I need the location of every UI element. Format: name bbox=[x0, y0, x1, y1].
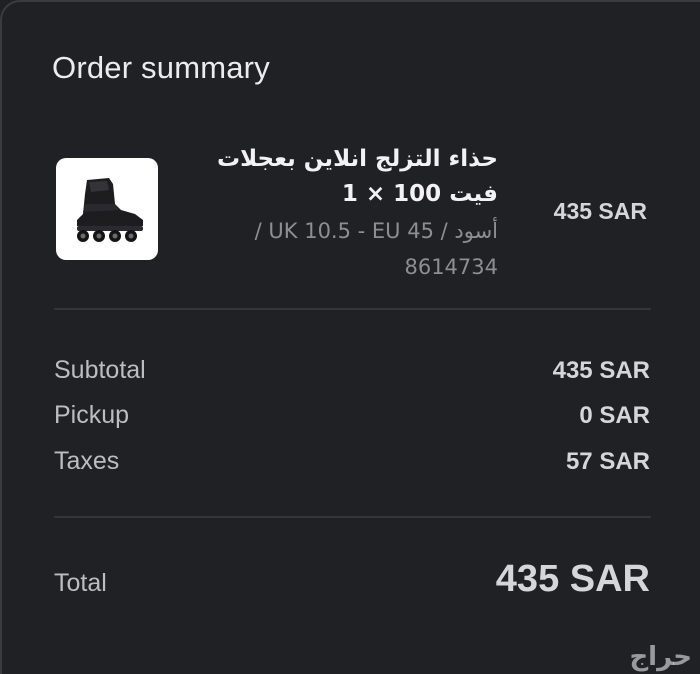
product-quantity: فيت 100 × 1 bbox=[341, 181, 498, 207]
pickup-value: 0 SAR bbox=[579, 402, 650, 429]
divider bbox=[54, 516, 651, 518]
haraj-watermark: حراج bbox=[629, 642, 692, 672]
product-name: حذاء التزلج انلاين بعجلات bbox=[216, 146, 498, 172]
pickup-row: Pickup 0 SAR bbox=[54, 401, 650, 430]
product-details: حذاء التزلج انلاين بعجلات فيت 100 × 1 أس… bbox=[188, 142, 498, 284]
order-summary-panel: Order summary حذاء التزلج انلاين بعجلات … bbox=[0, 0, 700, 674]
taxes-label: Taxes bbox=[54, 447, 120, 475]
taxes-row: Taxes 57 SAR bbox=[54, 447, 650, 476]
product-sku: 8614734 bbox=[404, 255, 498, 279]
subtotal-value: 435 SAR bbox=[552, 357, 650, 384]
order-summary-title: Order summary bbox=[52, 50, 270, 85]
total-label: Total bbox=[54, 569, 107, 597]
item-price: 435 SAR bbox=[553, 198, 647, 224]
product-thumbnail[interactable] bbox=[56, 158, 158, 260]
subtotal-row: Subtotal 435 SAR bbox=[54, 356, 650, 385]
taxes-value: 57 SAR bbox=[565, 448, 650, 475]
inline-skate-image bbox=[77, 178, 143, 242]
total-value: 435 SAR bbox=[495, 558, 650, 600]
product-variant: أسود / UK 10.5 - EU 45 / bbox=[254, 219, 498, 243]
divider bbox=[54, 308, 651, 310]
pickup-label: Pickup bbox=[54, 401, 130, 429]
subtotal-label: Subtotal bbox=[54, 356, 146, 384]
total-row: Total 435 SAR bbox=[54, 558, 650, 601]
